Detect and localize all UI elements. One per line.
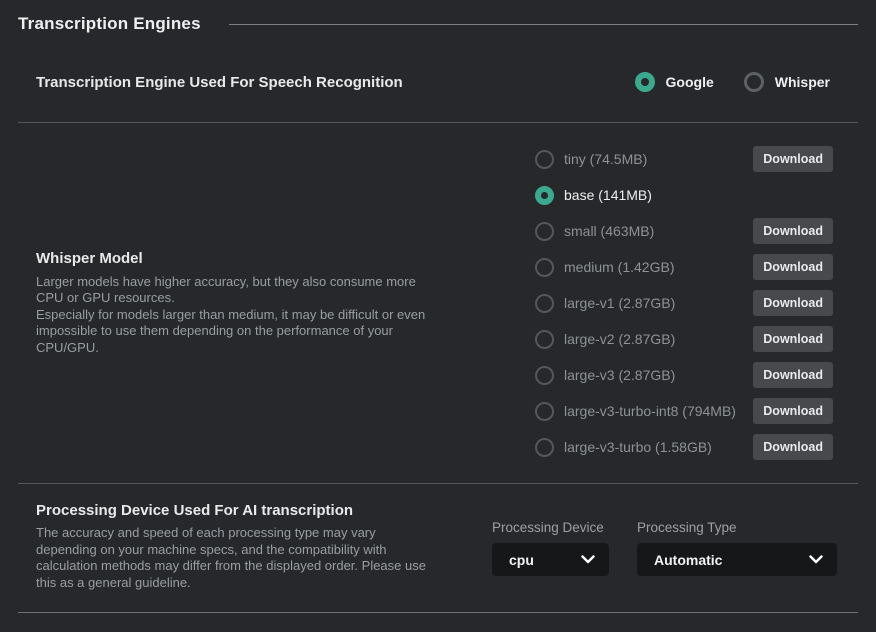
model-row: large-v2 (2.87GB) Download	[535, 321, 833, 357]
download-button[interactable]: Download	[753, 326, 833, 352]
model-option-label: large-v2 (2.87GB)	[564, 331, 675, 347]
download-button[interactable]: Download	[753, 434, 833, 460]
chevron-down-icon	[809, 555, 823, 564]
model-option-label: small (463MB)	[564, 223, 654, 239]
model-row: large-v3-turbo-int8 (794MB) Download	[535, 393, 833, 429]
model-option-label: base (141MB)	[564, 187, 652, 203]
model-row: large-v3-turbo (1.58GB) Download	[535, 429, 833, 465]
download-button[interactable]: Download	[753, 146, 833, 172]
whisper-model-info: Whisper Model Larger models have higher …	[36, 250, 428, 357]
whisper-model-heading: Whisper Model	[36, 250, 428, 267]
engine-heading: Transcription Engine Used For Speech Rec…	[36, 74, 403, 91]
model-option-label: large-v3-turbo (1.58GB)	[564, 439, 712, 455]
processing-device-group: Processing Device cpu	[492, 520, 609, 576]
processing-device-heading: Processing Device Used For AI transcript…	[36, 502, 436, 519]
model-option[interactable]: small (463MB)	[535, 222, 654, 241]
model-option[interactable]: large-v3-turbo-int8 (794MB)	[535, 402, 736, 421]
radio-icon	[535, 294, 554, 313]
model-row: medium (1.42GB) Download	[535, 249, 833, 285]
model-option[interactable]: base (141MB)	[535, 186, 652, 205]
radio-icon	[535, 186, 554, 205]
whisper-model-section: Whisper Model Larger models have higher …	[18, 123, 858, 483]
model-option[interactable]: medium (1.42GB)	[535, 258, 674, 277]
processing-type-group: Processing Type Automatic	[637, 520, 837, 576]
processing-type-value: Automatic	[654, 552, 722, 568]
model-row: small (463MB) Download	[535, 213, 833, 249]
header-rule	[229, 24, 858, 25]
processing-device-info: Processing Device Used For AI transcript…	[36, 502, 436, 591]
radio-icon	[535, 366, 554, 385]
model-option[interactable]: tiny (74.5MB)	[535, 150, 647, 169]
page-title: Transcription Engines	[18, 14, 201, 34]
radio-icon	[744, 72, 764, 92]
engine-option[interactable]: Whisper	[744, 72, 830, 92]
download-button[interactable]: Download	[753, 290, 833, 316]
model-option[interactable]: large-v1 (2.87GB)	[535, 294, 675, 313]
model-row: base (141MB)	[535, 177, 833, 213]
processing-device-description: The accuracy and speed of each processin…	[36, 525, 436, 591]
processing-device-section: Processing Device Used For AI transcript…	[18, 484, 858, 612]
radio-icon	[535, 330, 554, 349]
radio-icon	[535, 222, 554, 241]
download-button[interactable]: Download	[753, 218, 833, 244]
section-divider	[18, 612, 858, 613]
model-option-label: medium (1.42GB)	[564, 259, 674, 275]
processing-type-select[interactable]: Automatic	[637, 543, 837, 576]
model-row: tiny (74.5MB) Download	[535, 141, 833, 177]
radio-icon	[635, 72, 655, 92]
radio-icon	[535, 438, 554, 457]
engine-option[interactable]: Google	[635, 72, 714, 92]
whisper-model-description: Larger models have higher accuracy, but …	[36, 274, 428, 357]
page-header: Transcription Engines	[18, 0, 858, 42]
download-button[interactable]: Download	[753, 254, 833, 280]
chevron-down-icon	[581, 555, 595, 564]
model-option-label: large-v3 (2.87GB)	[564, 367, 675, 383]
engine-option-label: Whisper	[775, 74, 830, 90]
download-button[interactable]: Download	[753, 362, 833, 388]
model-option-label: large-v3-turbo-int8 (794MB)	[564, 403, 736, 419]
transcription-engines-page: Transcription Engines Transcription Engi…	[0, 0, 876, 632]
model-option-label: tiny (74.5MB)	[564, 151, 647, 167]
download-button[interactable]: Download	[753, 398, 833, 424]
processing-device-select[interactable]: cpu	[492, 543, 609, 576]
engine-radio-group: Google Whisper	[635, 72, 830, 92]
model-option[interactable]: large-v3 (2.87GB)	[535, 366, 675, 385]
processing-device-value: cpu	[509, 552, 534, 568]
model-list: tiny (74.5MB) Download base (141MB) smal…	[535, 141, 833, 465]
processing-type-label: Processing Type	[637, 520, 837, 535]
radio-icon	[535, 150, 554, 169]
model-option-label: large-v1 (2.87GB)	[564, 295, 675, 311]
model-row: large-v1 (2.87GB) Download	[535, 285, 833, 321]
engine-option-label: Google	[666, 74, 714, 90]
model-option[interactable]: large-v2 (2.87GB)	[535, 330, 675, 349]
model-option[interactable]: large-v3-turbo (1.58GB)	[535, 438, 712, 457]
processing-device-label: Processing Device	[492, 520, 609, 535]
model-row: large-v3 (2.87GB) Download	[535, 357, 833, 393]
radio-icon	[535, 258, 554, 277]
radio-icon	[535, 402, 554, 421]
processing-controls: Processing Device cpu Processing Type Au…	[492, 520, 837, 576]
engine-section: Transcription Engine Used For Speech Rec…	[18, 42, 858, 122]
